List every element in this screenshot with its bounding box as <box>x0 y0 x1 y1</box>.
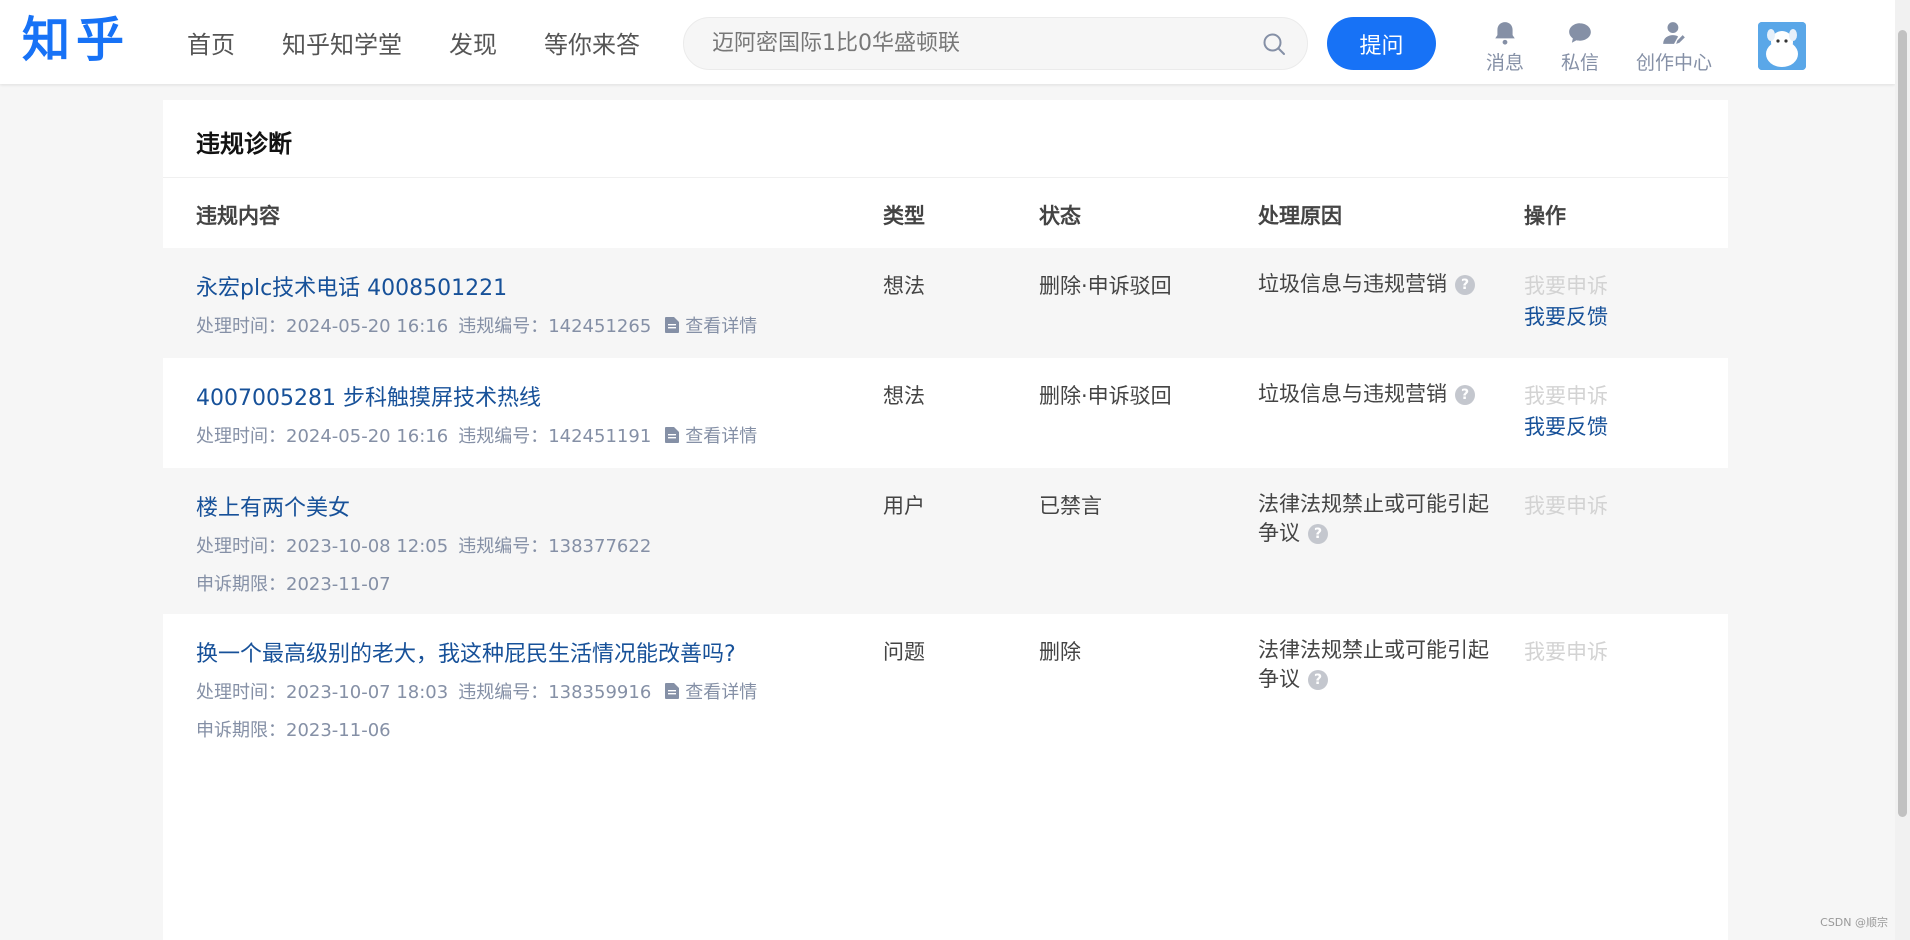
view-detail-label: 查看详情 <box>685 682 758 703</box>
violation-type: 想法 <box>883 274 925 298</box>
violation-title-link[interactable]: 4007005281 步科触摸屏技术热线 <box>196 386 541 411</box>
search-icon[interactable] <box>1262 32 1286 56</box>
violation-id: 违规编号：142451191 <box>458 426 652 447</box>
violation-reason: 垃圾信息与违规营销? <box>1258 270 1493 299</box>
column-header-reason: 处理原因 <box>1258 204 1342 228</box>
top-header: 知乎 首页 知乎知学堂 发现 等你来答 提问 消息 私信 创作中心 <box>0 0 1895 84</box>
search-box <box>683 17 1308 70</box>
column-header-type: 类型 <box>883 204 925 228</box>
violation-diagnosis-card: 违规诊断 违规内容 类型 状态 处理原因 操作 永宏plc技术电话 400850… <box>163 100 1728 940</box>
nav-waiting-answers[interactable]: 等你来答 <box>544 25 640 60</box>
help-icon[interactable]: ? <box>1308 670 1328 690</box>
appeal-button-disabled: 我要申诉 <box>1524 274 1608 298</box>
violation-type: 问题 <box>883 640 925 664</box>
private-messages-label: 私信 <box>1561 52 1600 74</box>
nav-zhixuetang[interactable]: 知乎知学堂 <box>282 25 402 60</box>
violation-meta: 处理时间：2023-10-08 12:05 违规编号：138377622 <box>196 532 651 558</box>
nav-home[interactable]: 首页 <box>187 25 235 60</box>
creator-person-icon <box>1663 22 1685 44</box>
violation-status: 删除 <box>1039 640 1081 664</box>
violation-meta: 处理时间：2024-05-20 16:16 违规编号：142451191 查看详… <box>196 422 757 448</box>
ask-question-button[interactable]: 提问 <box>1327 17 1436 70</box>
table-row: 楼上有两个美女 处理时间：2023-10-08 12:05 违规编号：13837… <box>163 468 1728 614</box>
view-detail-link[interactable]: 查看详情 <box>665 422 757 448</box>
violation-title-link[interactable]: 楼上有两个美女 <box>196 496 350 521</box>
table-row: 换一个最高级别的老大，我这种屁民生活情况能改善吗? 处理时间：2023-10-0… <box>163 614 1728 760</box>
violation-reason-text: 垃圾信息与违规营销 <box>1258 382 1447 406</box>
process-time: 处理时间：2023-10-07 18:03 <box>196 682 449 703</box>
feedback-link[interactable]: 我要反馈 <box>1524 411 1608 441</box>
scrollbar-thumb[interactable] <box>1898 30 1907 817</box>
violation-title-link[interactable]: 永宏plc技术电话 4008501221 <box>196 276 507 301</box>
page-title: 违规诊断 <box>196 130 292 158</box>
feedback-link[interactable]: 我要反馈 <box>1524 301 1608 331</box>
csdn-watermark: CSDN @顺宗 <box>1820 916 1888 929</box>
violation-title-link[interactable]: 换一个最高级别的老大，我这种屁民生活情况能改善吗? <box>196 642 736 667</box>
violation-status: 删除·申诉驳回 <box>1039 274 1172 298</box>
help-icon[interactable]: ? <box>1455 385 1475 405</box>
search-input[interactable] <box>710 18 1230 69</box>
appeal-button-disabled: 我要申诉 <box>1524 384 1608 408</box>
violation-id: 违规编号：138359916 <box>458 682 652 703</box>
violation-type: 用户 <box>883 494 925 518</box>
header-private-messages[interactable]: 私信 <box>1561 20 1599 75</box>
appeal-button-disabled: 我要申诉 <box>1524 640 1608 664</box>
violation-reason: 法律法规禁止或可能引起争议? <box>1258 636 1493 694</box>
chat-bubble-icon <box>1569 23 1591 43</box>
document-icon <box>665 317 680 333</box>
page-scrollbar[interactable] <box>1895 0 1910 940</box>
column-header-status: 状态 <box>1039 204 1081 228</box>
appeal-deadline: 申诉期限：2023-11-06 <box>196 716 391 742</box>
view-detail-label: 查看详情 <box>685 426 758 447</box>
column-header-action: 操作 <box>1524 204 1566 228</box>
violation-status: 删除·申诉驳回 <box>1039 384 1172 408</box>
view-detail-link[interactable]: 查看详情 <box>665 312 757 338</box>
view-detail-link[interactable]: 查看详情 <box>665 678 757 704</box>
violation-status: 已禁言 <box>1039 494 1102 518</box>
view-detail-label: 查看详情 <box>685 316 758 337</box>
user-avatar[interactable] <box>1758 22 1806 70</box>
appeal-deadline-text: 申诉期限：2023-11-06 <box>196 720 391 741</box>
messages-label: 消息 <box>1486 52 1525 74</box>
violation-id: 违规编号：142451265 <box>458 316 652 337</box>
creator-center-label: 创作中心 <box>1636 52 1713 74</box>
table-row: 永宏plc技术电话 4008501221 处理时间：2024-05-20 16:… <box>163 248 1728 358</box>
help-icon[interactable]: ? <box>1308 524 1328 544</box>
appeal-button-disabled: 我要申诉 <box>1524 494 1608 518</box>
violation-reason-text: 法律法规禁止或可能引起争议 <box>1258 492 1489 545</box>
process-time: 处理时间：2024-05-20 16:16 <box>196 316 449 337</box>
violation-reason: 垃圾信息与违规营销? <box>1258 380 1493 409</box>
violation-reason: 法律法规禁止或可能引起争议? <box>1258 490 1493 548</box>
violation-id: 违规编号：138377622 <box>458 536 652 557</box>
violation-reason-text: 法律法规禁止或可能引起争议 <box>1258 638 1489 691</box>
column-header-content: 违规内容 <box>196 204 280 228</box>
appeal-deadline-text: 申诉期限：2023-11-07 <box>196 574 391 595</box>
divider <box>163 177 1728 178</box>
table-row: 4007005281 步科触摸屏技术热线 处理时间：2024-05-20 16:… <box>163 358 1728 468</box>
header-creator-center[interactable]: 创作中心 <box>1636 20 1712 75</box>
document-icon <box>665 427 680 443</box>
document-icon <box>665 683 680 699</box>
bell-icon <box>1495 22 1515 45</box>
zhihu-logo[interactable]: 知乎 <box>22 10 130 70</box>
avatar-image <box>1758 22 1806 70</box>
violation-meta: 处理时间：2023-10-07 18:03 违规编号：138359916 查看详… <box>196 678 757 704</box>
nav-discover[interactable]: 发现 <box>449 25 497 60</box>
process-time: 处理时间：2023-10-08 12:05 <box>196 536 449 557</box>
violation-meta: 处理时间：2024-05-20 16:16 违规编号：142451265 查看详… <box>196 312 757 338</box>
main-nav: 首页 知乎知学堂 发现 等你来答 <box>187 0 687 84</box>
help-icon[interactable]: ? <box>1455 275 1475 295</box>
appeal-deadline: 申诉期限：2023-11-07 <box>196 570 391 596</box>
header-messages[interactable]: 消息 <box>1486 20 1524 75</box>
violation-type: 想法 <box>883 384 925 408</box>
process-time: 处理时间：2024-05-20 16:16 <box>196 426 449 447</box>
violation-reason-text: 垃圾信息与违规营销 <box>1258 272 1447 296</box>
